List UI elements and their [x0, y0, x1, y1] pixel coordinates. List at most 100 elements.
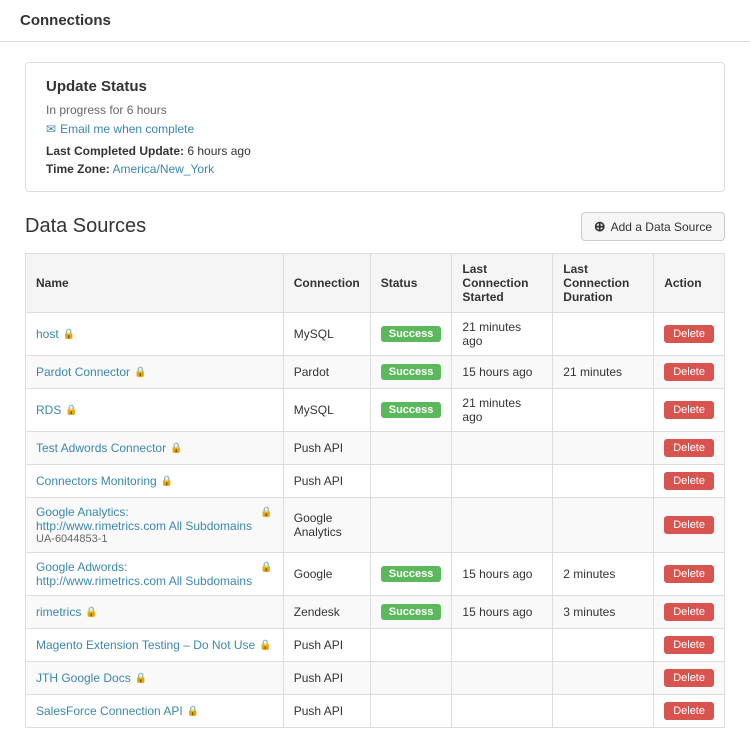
- delete-button[interactable]: Delete: [664, 325, 714, 343]
- row-name-link[interactable]: Google Analytics: http://www.rimetrics.c…: [36, 505, 252, 533]
- last-started-cell: [452, 498, 553, 553]
- status-cell: Success: [370, 356, 452, 389]
- row-name-link[interactable]: Magento Extension Testing – Do Not Use: [36, 638, 255, 652]
- last-started-cell: 15 hours ago: [452, 553, 553, 596]
- timezone-value: America/New_York: [112, 162, 214, 176]
- lock-icon: 🔒: [161, 476, 173, 487]
- name-cell: Google Adwords: http://www.rimetrics.com…: [26, 553, 284, 596]
- name-cell: JTH Google Docs 🔒: [26, 662, 284, 695]
- name-cell: Connectors Monitoring 🔒: [26, 465, 284, 498]
- lock-icon: 🔒: [135, 673, 147, 684]
- plus-icon: ⊕: [594, 218, 606, 235]
- delete-button[interactable]: Delete: [664, 363, 714, 381]
- name-cell-content: Google Adwords: http://www.rimetrics.com…: [36, 560, 273, 588]
- lock-icon: 🔒: [63, 329, 75, 340]
- last-completed-value: 6 hours ago: [187, 144, 250, 158]
- connection-cell: Google Analytics: [283, 498, 370, 553]
- email-when-complete-link[interactable]: ✉ Email me when complete: [46, 122, 194, 136]
- name-cell: RDS🔒: [26, 389, 284, 432]
- lock-icon: 🔒: [259, 640, 271, 651]
- delete-button[interactable]: Delete: [664, 603, 714, 621]
- table-row: Test Adwords Connector 🔒 Push API Delete: [26, 432, 725, 465]
- name-cell: rimetrics 🔒: [26, 596, 284, 629]
- lock-icon: 🔒: [134, 367, 146, 378]
- name-cell: Pardot Connector 🔒: [26, 356, 284, 389]
- status-cell: [370, 695, 452, 728]
- page-header: Connections: [0, 0, 750, 42]
- row-name-link[interactable]: rimetrics: [36, 605, 81, 619]
- row-name-link[interactable]: RDS: [36, 403, 61, 417]
- row-name-link[interactable]: SalesForce Connection API: [36, 704, 183, 718]
- status-cell: Success: [370, 596, 452, 629]
- action-cell: Delete: [654, 465, 725, 498]
- status-badge: Success: [381, 326, 442, 342]
- delete-button[interactable]: Delete: [664, 565, 714, 583]
- row-name-link[interactable]: host: [36, 327, 59, 341]
- data-sources-title: Data Sources: [25, 215, 146, 238]
- status-cell: [370, 662, 452, 695]
- action-cell: Delete: [654, 695, 725, 728]
- lock-icon: 🔒: [85, 607, 97, 618]
- table-row: Google Adwords: http://www.rimetrics.com…: [26, 553, 725, 596]
- row-name-link[interactable]: Pardot Connector: [36, 365, 130, 379]
- delete-button[interactable]: Delete: [664, 516, 714, 534]
- delete-button[interactable]: Delete: [664, 472, 714, 490]
- name-cell: SalesForce Connection API 🔒: [26, 695, 284, 728]
- connection-cell: MySQL: [283, 389, 370, 432]
- update-status-box: Update Status In progress for 6 hours ✉ …: [25, 62, 725, 192]
- last-completed-line: Last Completed Update: 6 hours ago: [46, 144, 704, 158]
- table-row: JTH Google Docs 🔒 Push API Delete: [26, 662, 725, 695]
- row-name-link[interactable]: Test Adwords Connector: [36, 441, 166, 455]
- action-cell: Delete: [654, 313, 725, 356]
- name-cell-content: RDS🔒: [36, 403, 273, 417]
- lock-icon: 🔒: [170, 443, 182, 454]
- name-cell-content: host 🔒: [36, 327, 273, 341]
- status-badge: Success: [381, 402, 442, 418]
- name-cell: host 🔒: [26, 313, 284, 356]
- last-started-cell: 21 minutes ago: [452, 313, 553, 356]
- connection-cell: Push API: [283, 432, 370, 465]
- last-started-cell: 15 hours ago: [452, 356, 553, 389]
- action-cell: Delete: [654, 596, 725, 629]
- last-duration-cell: [553, 629, 654, 662]
- delete-button[interactable]: Delete: [664, 702, 714, 720]
- name-cell-content: SalesForce Connection API 🔒: [36, 704, 273, 718]
- table-header-row: Name Connection Status Last ConnectionSt…: [26, 254, 725, 313]
- page-title: Connections: [20, 12, 111, 29]
- last-started-cell: [452, 662, 553, 695]
- delete-button[interactable]: Delete: [664, 669, 714, 687]
- status-cell: [370, 498, 452, 553]
- last-started-cell: 21 minutes ago: [452, 389, 553, 432]
- lock-icon: 🔒: [260, 562, 272, 573]
- lock-icon: 🔒: [187, 706, 199, 717]
- last-started-cell: [452, 432, 553, 465]
- status-cell: Success: [370, 313, 452, 356]
- row-name-link[interactable]: Connectors Monitoring: [36, 474, 157, 488]
- status-cell: [370, 465, 452, 498]
- action-cell: Delete: [654, 553, 725, 596]
- in-progress-text: In progress for 6 hours: [46, 103, 704, 117]
- last-duration-cell: [553, 498, 654, 553]
- table-row: rimetrics🔒ZendeskSuccess15 hours ago3 mi…: [26, 596, 725, 629]
- name-cell-content: Pardot Connector 🔒: [36, 365, 273, 379]
- status-badge: Success: [381, 364, 442, 380]
- last-started-cell: [452, 695, 553, 728]
- table-row: host 🔒 MySQL Success 21 minutes ago Delete: [26, 313, 725, 356]
- timezone-link[interactable]: America/New_York: [112, 162, 214, 176]
- timezone-line: Time Zone: America/New_York: [46, 162, 704, 176]
- action-cell: Delete: [654, 498, 725, 553]
- delete-button[interactable]: Delete: [664, 439, 714, 457]
- connection-cell: Push API: [283, 662, 370, 695]
- col-name: Name: [26, 254, 284, 313]
- status-cell: [370, 432, 452, 465]
- row-name-link[interactable]: Google Adwords: http://www.rimetrics.com…: [36, 560, 252, 588]
- connection-cell: Push API: [283, 629, 370, 662]
- delete-button[interactable]: Delete: [664, 636, 714, 654]
- table-row: RDS🔒 MySQL Success 21 minutes ago Delete: [26, 389, 725, 432]
- add-datasource-button[interactable]: ⊕ Add a Data Source: [581, 212, 725, 241]
- connection-cell: MySQL: [283, 313, 370, 356]
- row-name-link[interactable]: JTH Google Docs: [36, 671, 131, 685]
- connection-cell: Push API: [283, 695, 370, 728]
- delete-button[interactable]: Delete: [664, 401, 714, 419]
- connection-cell: Zendesk: [283, 596, 370, 629]
